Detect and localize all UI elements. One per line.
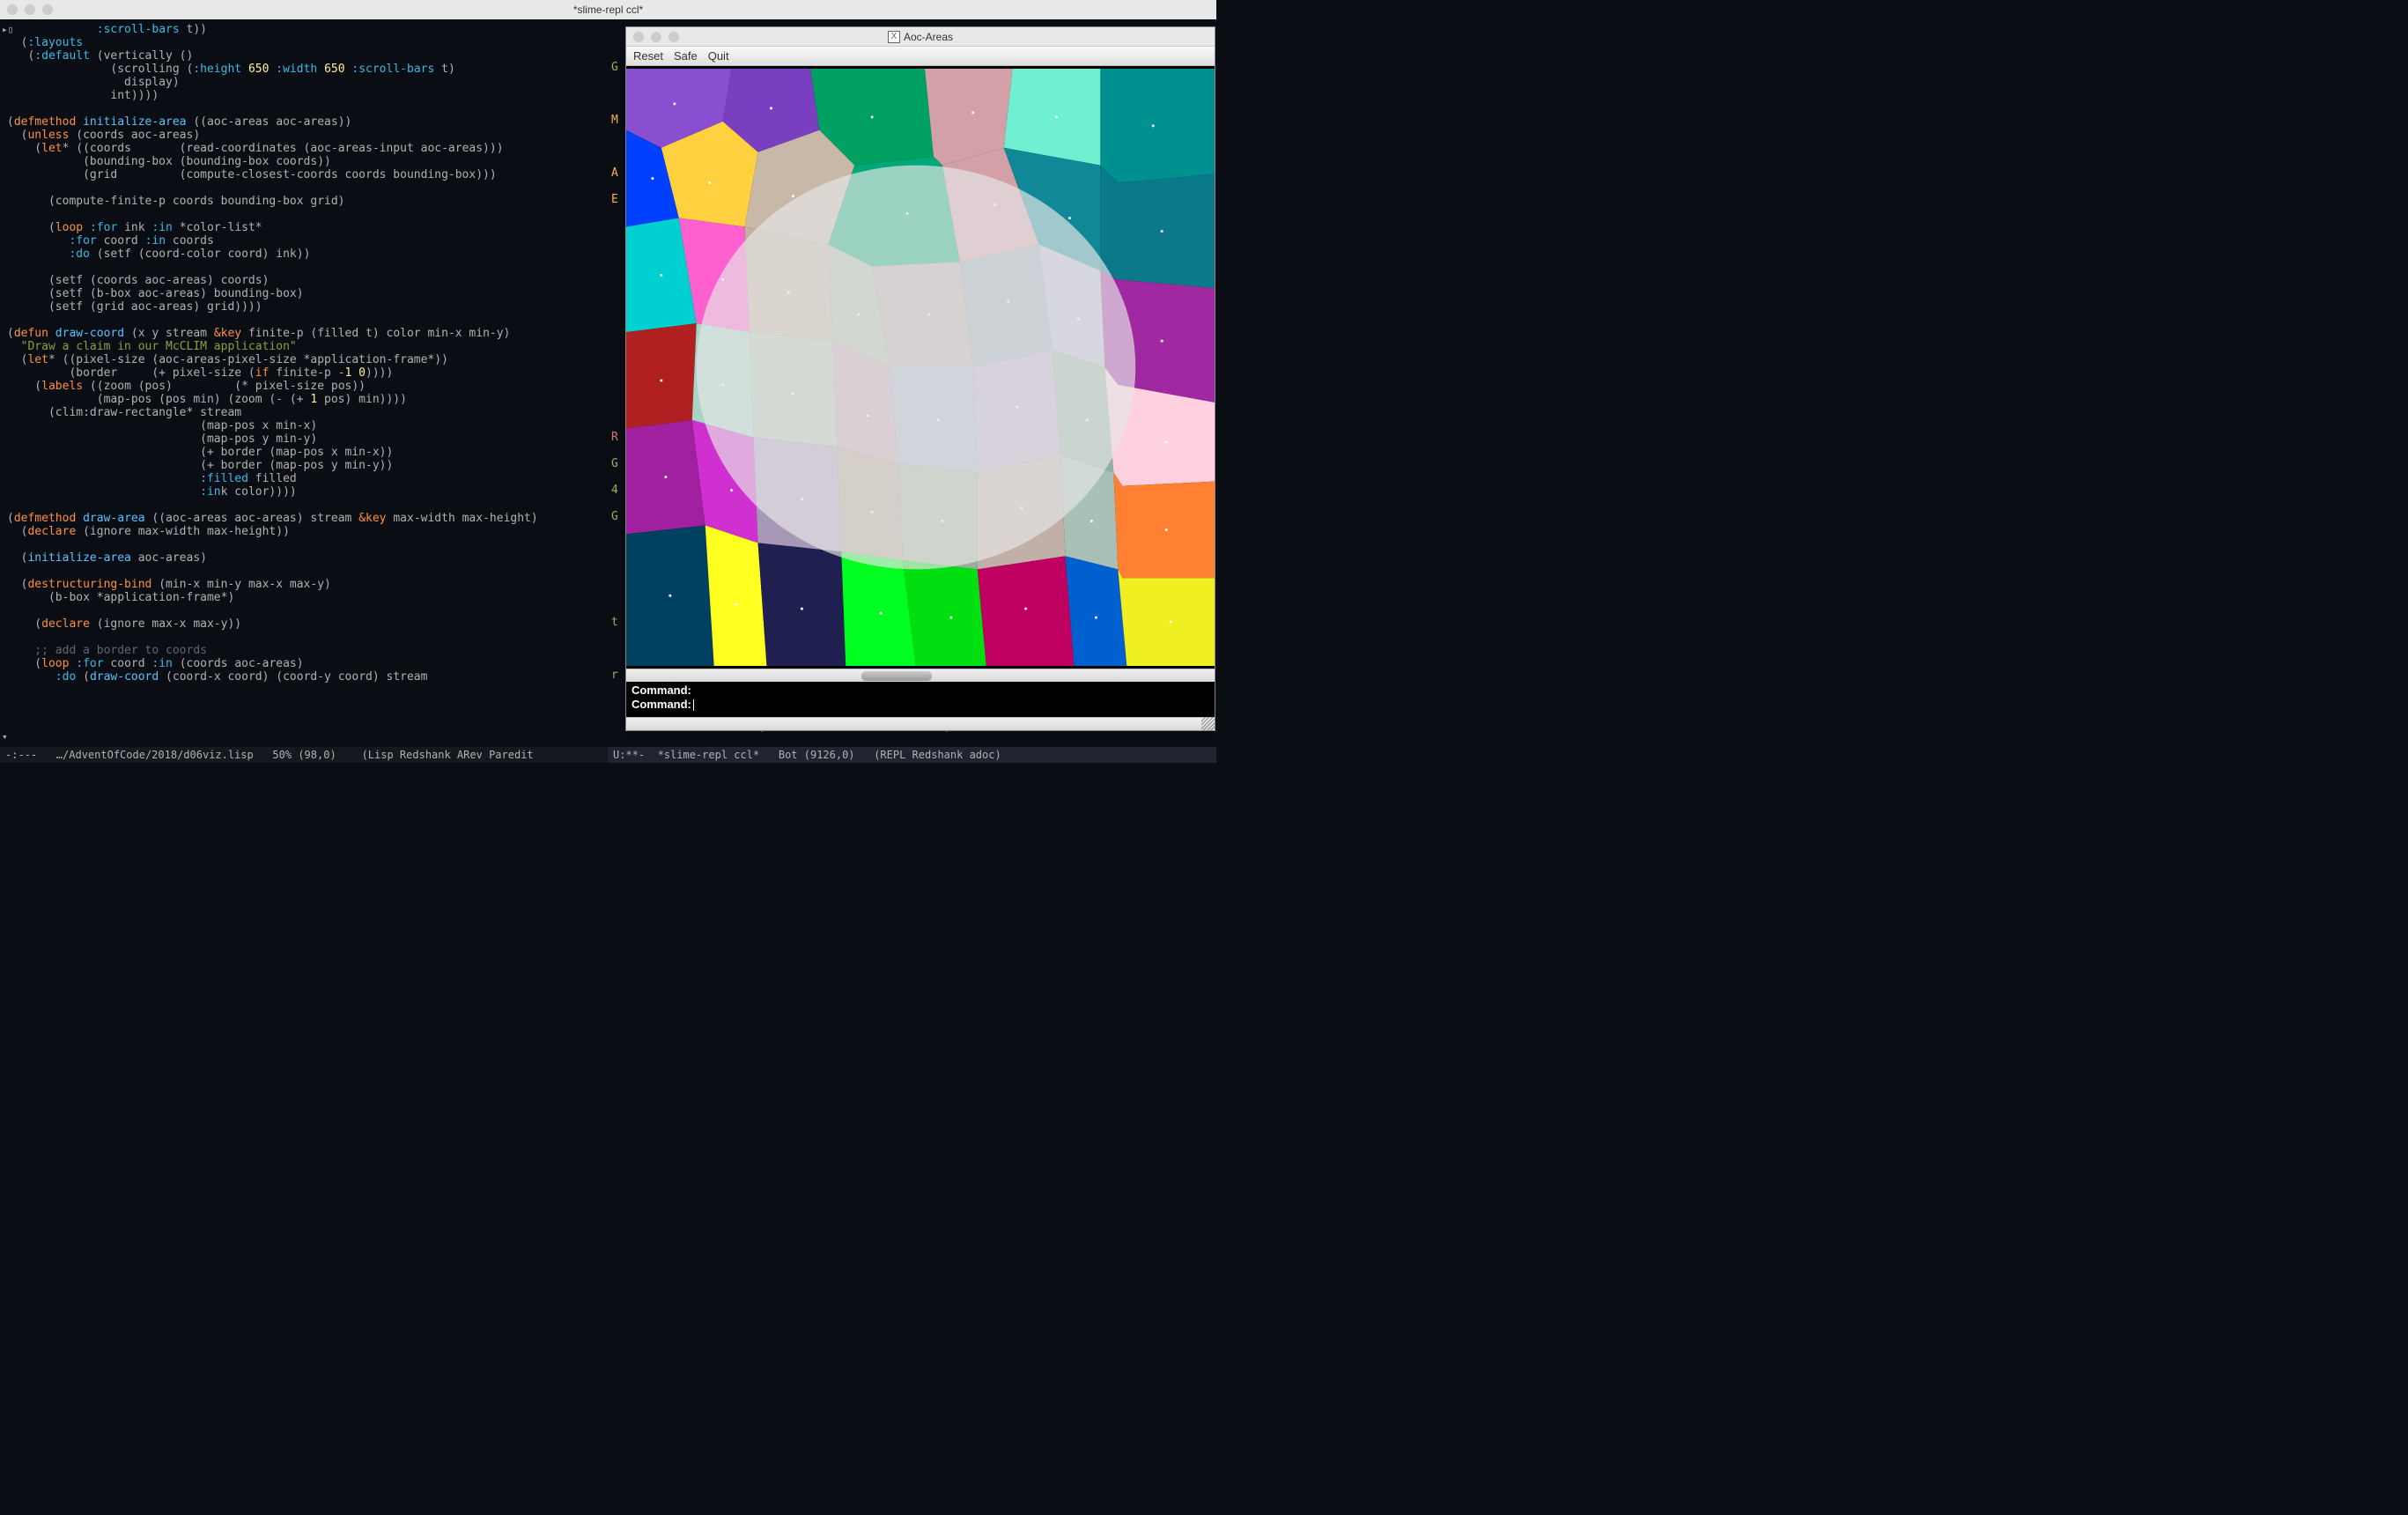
scroll-down-icon: ▾ [2, 730, 8, 743]
clim-interactor[interactable]: Command: Command: [626, 682, 1215, 717]
close-icon[interactable] [7, 4, 18, 15]
left-gutter: G M AE RG4G t r AN [611, 28, 618, 763]
repl-modeline: U:**- *slime-repl ccl* Bot (9126,0) (REP… [608, 747, 1216, 763]
editor-pane[interactable]: ▸▯ :scroll-bars t)) (:layouts (:default … [0, 19, 608, 763]
cursor-icon [693, 699, 694, 711]
menu-quit[interactable]: Quit [708, 49, 729, 63]
clim-zoom-icon[interactable] [668, 32, 679, 42]
editor-code[interactable]: :scroll-bars t)) (:layouts (:default (ve… [0, 19, 545, 687]
outer-mac-titlebar: *slime-repl ccl* [0, 0, 1216, 19]
minimize-icon[interactable] [25, 4, 35, 15]
canvas-scrollbar-h[interactable] [626, 669, 1215, 682]
clim-window-title: Aoc-Areas [904, 31, 953, 43]
zoom-icon[interactable] [42, 4, 53, 15]
resize-grip-icon[interactable] [1201, 717, 1215, 730]
x11-icon: X [888, 31, 900, 43]
clim-menubar: Reset Safe Quit [626, 47, 1215, 66]
scrollbar-thumb[interactable] [861, 671, 932, 681]
outer-window-title: *slime-repl ccl* [573, 4, 643, 16]
voronoi-canvas [626, 66, 1215, 669]
interactor-scrollbar-h[interactable] [626, 717, 1215, 730]
interactor-prompt-2: Command: [632, 698, 691, 711]
interactor-prompt-1: Command: [632, 684, 691, 697]
repl-pane[interactable]: G M AE RG4G t r AN R O RO W :y a ADVENT/… [608, 19, 1216, 763]
editor-modeline: -:--- …/AdventOfCode/2018/d06viz.lisp 50… [0, 747, 608, 763]
clim-close-icon[interactable] [633, 32, 644, 42]
clim-window[interactable]: X Aoc-Areas Reset Safe Quit [625, 26, 1215, 731]
clim-minimize-icon[interactable] [651, 32, 661, 42]
menu-reset[interactable]: Reset [633, 49, 663, 63]
menu-safe[interactable]: Safe [674, 49, 698, 63]
clim-titlebar[interactable]: X Aoc-Areas [626, 27, 1215, 47]
